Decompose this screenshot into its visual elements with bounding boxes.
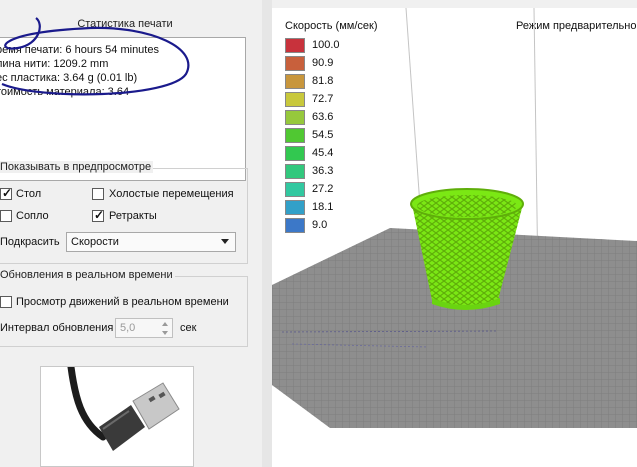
- checkmark-icon: ✓: [94, 208, 105, 222]
- nozzle-label: Сопло: [16, 210, 49, 222]
- travel-moves-checkbox[interactable]: [92, 188, 104, 200]
- retracts-label: Ретракты: [109, 210, 157, 222]
- update-interval-unit: сек: [180, 322, 197, 334]
- realtime-moves-label: Просмотр движений в реальном времени: [16, 296, 229, 308]
- retracts-checkbox[interactable]: ✓: [92, 208, 105, 222]
- travel-moves-label: Холостые перемещения: [109, 188, 234, 200]
- table-checkbox[interactable]: ✓: [0, 186, 13, 200]
- update-interval-spinbox[interactable]: 5,0: [115, 318, 173, 338]
- color-by-select[interactable]: Скорости: [66, 232, 236, 252]
- annotation-ellipse: [1, 17, 190, 96]
- color-by-value: Скорости: [71, 236, 119, 248]
- nozzle-checkbox[interactable]: [0, 210, 12, 222]
- panel-divider[interactable]: [262, 0, 272, 467]
- update-interval-label: Интервал обновления: [0, 322, 114, 334]
- checkmark-icon: ✓: [2, 186, 13, 200]
- preview-group-title: Показывать в предпросмотре: [0, 161, 154, 173]
- table-label: Стол: [16, 188, 42, 200]
- usb-cable-photo: [40, 366, 194, 467]
- realtime-group-title: Обновления в реальном времени: [0, 269, 175, 281]
- usb-cable-icon: [67, 367, 180, 451]
- left-panel: Статистика печати ремя печати: 6 hours 5…: [0, 0, 262, 467]
- realtime-moves-checkbox[interactable]: [0, 296, 12, 308]
- 3d-scene: [272, 8, 637, 428]
- preview-viewport[interactable]: Скорость (мм/сек) Режим предварительно 1…: [272, 8, 637, 467]
- update-interval-value: 5,0: [120, 322, 136, 334]
- spin-down-icon[interactable]: [160, 329, 170, 337]
- spin-up-icon[interactable]: [160, 320, 170, 328]
- color-by-label: Подкрасить: [0, 236, 60, 248]
- chevron-down-icon: [221, 239, 229, 244]
